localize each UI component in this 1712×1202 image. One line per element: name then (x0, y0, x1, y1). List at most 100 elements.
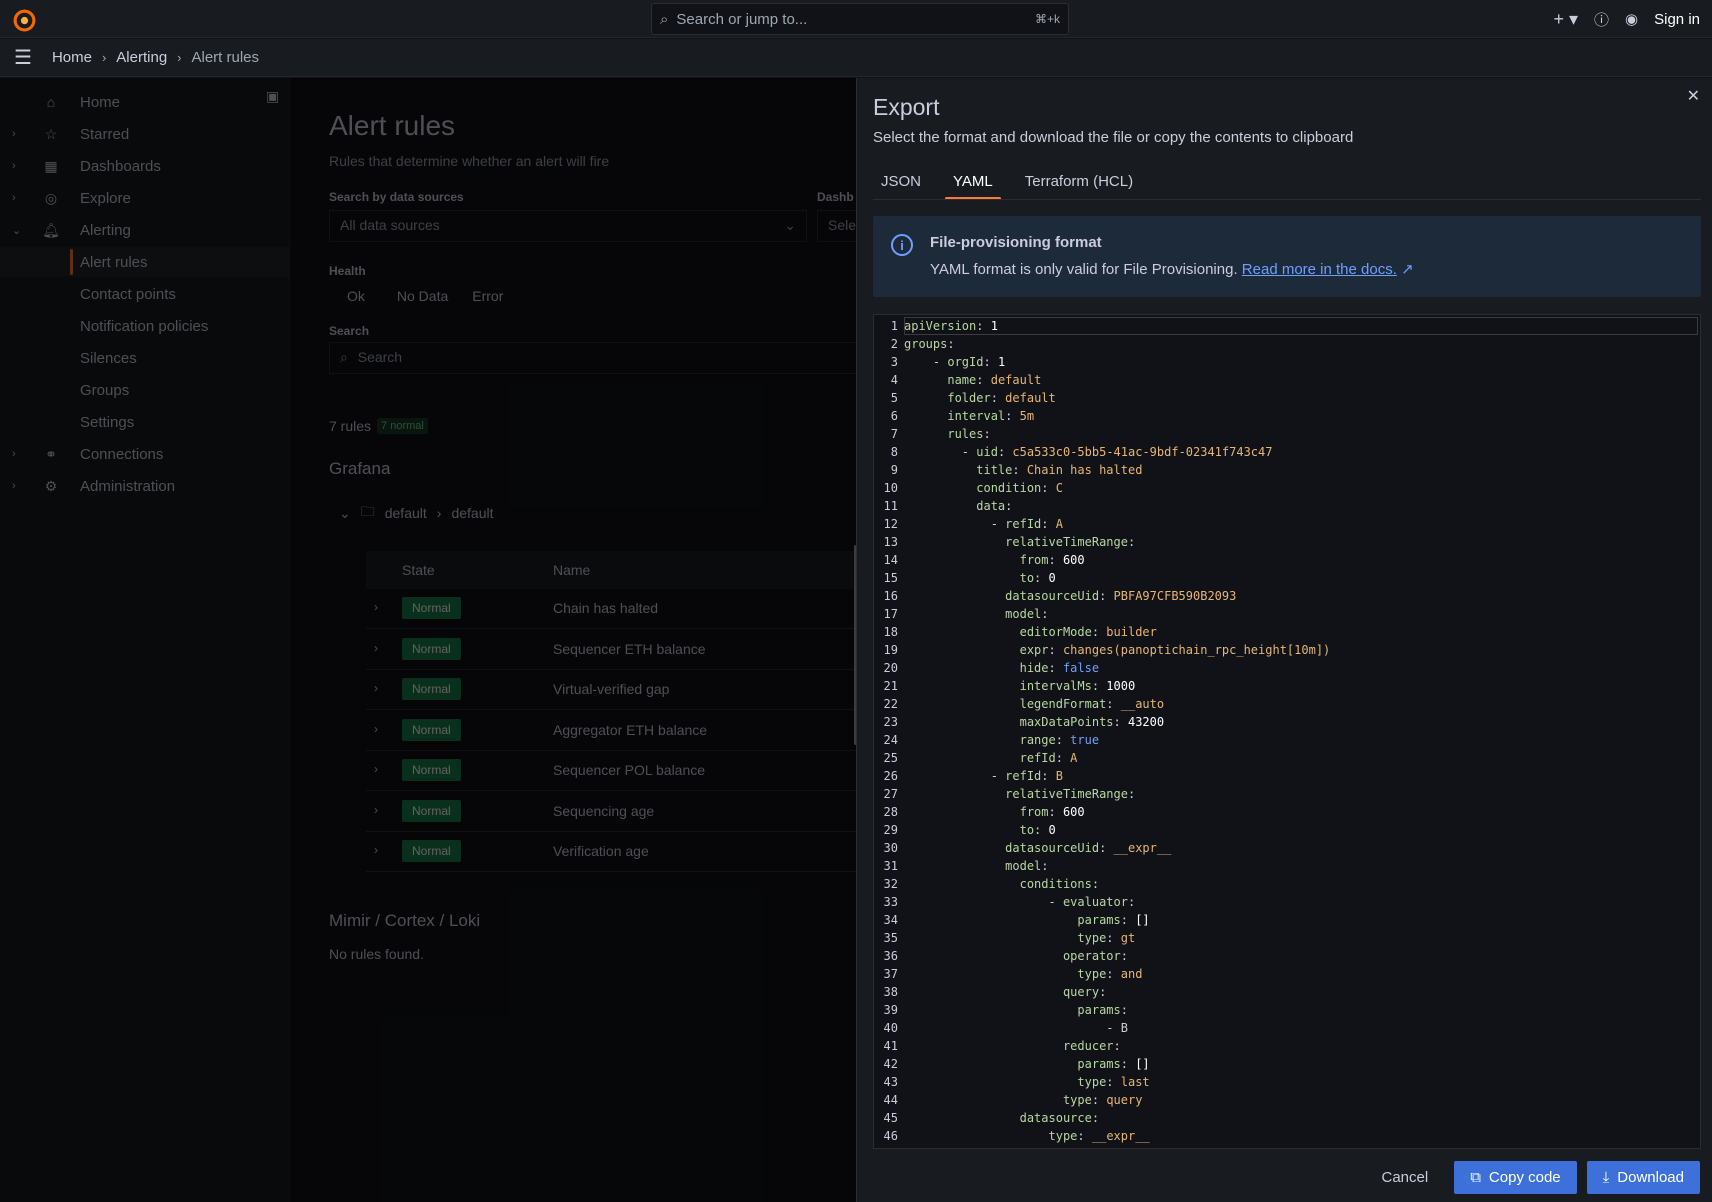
rules-count: 7 rules 7 normal (329, 418, 428, 434)
health-no-data[interactable]: No Data (387, 282, 458, 314)
close-icon[interactable]: ✕ (1687, 86, 1700, 106)
rule-name[interactable]: Chain has halted (553, 600, 658, 616)
status-badge: Normal (402, 799, 461, 822)
table-row[interactable]: › Normal Aggregator ETH balance (366, 711, 857, 751)
table-row[interactable]: › Normal Sequencer ETH balance (366, 630, 857, 670)
tab-json[interactable]: JSON (873, 164, 929, 198)
help-icon[interactable]: ⓘ (1594, 9, 1609, 30)
line-number: 40 (883, 1021, 898, 1035)
datasource-select[interactable]: All data sources ⌄ (329, 210, 807, 242)
breadcrumb: Home › Alerting › Alert rules (52, 49, 259, 66)
menu-icon[interactable]: ☰ (14, 45, 32, 70)
sidebar-item-starred[interactable]: › ☆ Starred (0, 119, 290, 149)
line-number: 10 (883, 481, 898, 495)
rule-name[interactable]: Sequencer ETH balance (553, 641, 706, 657)
code-line: 33 - evaluator: (874, 893, 1700, 911)
cancel-button[interactable]: Cancel (1366, 1161, 1445, 1194)
breadcrumb-home[interactable]: Home (52, 49, 92, 66)
chevron-right-icon[interactable]: › (12, 160, 16, 172)
search-bar[interactable]: ⌕ Search or jump to... ⌘+k (651, 3, 1069, 35)
grafana-logo-icon[interactable] (12, 7, 37, 32)
folder-row[interactable]: ⌄ 🗀︎ default › default (339, 501, 494, 525)
chevron-right-icon[interactable]: › (12, 480, 16, 492)
code-text: intervalMs: 1000 (1019, 679, 1136, 693)
datasource-select-value: All data sources (340, 217, 440, 233)
sidebar-item-alerting[interactable]: ⌄ 🔔︎ Alerting (0, 215, 290, 245)
code-text: condition: C (976, 481, 1063, 495)
health-ok[interactable]: Ok (329, 282, 383, 314)
rule-name[interactable]: Verification age (553, 843, 649, 859)
sidebar-item-administration[interactable]: › ⚙ Administration (0, 471, 290, 501)
code-line: 16 datasourceUid: PBFA97CFB590B2093 (874, 587, 1700, 605)
dashboard-select[interactable]: Sele (817, 210, 857, 242)
sidebar-item-label: Connections (80, 445, 164, 463)
sidebar-item-alert-rules[interactable]: Alert rules (0, 247, 290, 277)
sidebar-item-dashboards[interactable]: › ▦ Dashboards (0, 151, 290, 181)
external-link-icon[interactable]: ↗ (1401, 261, 1414, 278)
tab-terraform[interactable]: Terraform (HCL) (1017, 164, 1141, 198)
table-row[interactable]: › Normal Sequencing age (366, 792, 857, 832)
rules-search-placeholder: Search (357, 349, 403, 365)
rule-name[interactable]: Sequencing age (553, 803, 654, 819)
code-editor[interactable]: 1 apiVersion: 1 2 groups: 3 - orgId: 14 name… (873, 314, 1701, 1149)
sidebar-item-notification-policies[interactable]: Notification policies (0, 311, 290, 341)
chevron-right-icon[interactable]: › (374, 600, 378, 614)
info-icon: i (891, 234, 913, 256)
chevron-down-icon[interactable]: ⌄ (12, 224, 21, 237)
sidebar: ▣ ⌂ Home › ☆ Starred › ▦ Dashboards › ◎ … (0, 78, 290, 1202)
sidebar-item-silences[interactable]: Silences (0, 343, 290, 373)
sidebar-item-settings[interactable]: Settings (0, 407, 290, 437)
line-number: 14 (883, 553, 898, 567)
sidebar-item-contact-points[interactable]: Contact points (0, 279, 290, 309)
apps-icon: ▦ (44, 157, 58, 174)
sidebar-item-explore[interactable]: › ◎ Explore (0, 183, 290, 213)
news-icon[interactable]: ◉ (1625, 10, 1638, 28)
code-line: 19 expr: changes(panoptichain_rpc_height… (874, 641, 1700, 659)
code-text: interval: 5m (947, 409, 1035, 423)
code-text: name: default (947, 373, 1042, 387)
copy-code-label: Copy code (1488, 1169, 1561, 1186)
sidebar-item-home[interactable]: ⌂ Home (0, 87, 290, 117)
code-text: legendFormat: __auto (1019, 697, 1165, 711)
download-button[interactable]: ⤓ Download (1586, 1161, 1700, 1194)
docs-link[interactable]: Read more in the docs. (1242, 261, 1397, 278)
table-row[interactable]: › Normal Verification age (366, 832, 857, 872)
page-title: Alert rules (329, 110, 456, 141)
chevron-right-icon[interactable]: › (12, 448, 16, 460)
chevron-right-icon[interactable]: › (374, 641, 378, 655)
sidebar-item-label: Settings (80, 413, 135, 431)
chevron-right-icon[interactable]: › (374, 843, 378, 857)
table-row[interactable]: › Normal Sequencer POL balance (366, 751, 857, 791)
download-label: Download (1617, 1169, 1684, 1186)
chevron-right-icon[interactable]: › (374, 681, 378, 695)
sidebar-item-groups[interactable]: Groups (0, 375, 290, 405)
rule-name[interactable]: Virtual-verified gap (553, 681, 669, 697)
table-row[interactable]: › Normal Chain has halted (366, 589, 857, 629)
status-badge: Normal (402, 637, 461, 660)
chevron-right-icon[interactable]: › (12, 128, 16, 140)
health-error[interactable]: Error (462, 282, 513, 314)
line-number: 4 (890, 373, 898, 387)
chevron-right-icon[interactable]: › (374, 722, 378, 736)
add-new-icon[interactable]: + ▾ (1553, 9, 1578, 30)
rule-name[interactable]: Sequencer POL balance (553, 762, 705, 778)
chevron-right-icon[interactable]: › (374, 803, 378, 817)
sign-in-link[interactable]: Sign in (1654, 11, 1700, 28)
health-filter: Ok No Data Error (329, 282, 513, 314)
code-text: from: 600 (1019, 553, 1085, 567)
search-placeholder: Search or jump to... (676, 10, 808, 28)
tab-yaml[interactable]: YAML (945, 164, 1001, 200)
folder-name[interactable]: default (385, 505, 427, 521)
chevron-right-icon[interactable]: › (374, 762, 378, 776)
sidebar-item-connections[interactable]: › ⚭ Connections (0, 439, 290, 469)
breadcrumb-alerting[interactable]: Alerting (116, 49, 167, 66)
chevron-down-icon[interactable]: ⌄ (339, 505, 351, 522)
code-line: 8 - uid: c5a533c0-5bb5-41ac-9bdf-02341f7… (874, 443, 1700, 461)
copy-code-button[interactable]: ⧉ Copy code (1454, 1161, 1577, 1194)
chevron-right-icon[interactable]: › (12, 192, 16, 204)
rules-search-input[interactable]: ⌕ Search (329, 342, 857, 374)
rule-name[interactable]: Aggregator ETH balance (553, 722, 707, 738)
search-label: Search (329, 324, 370, 338)
code-text: type: query (1062, 1093, 1143, 1107)
table-row[interactable]: › Normal Virtual-verified gap (366, 670, 857, 710)
